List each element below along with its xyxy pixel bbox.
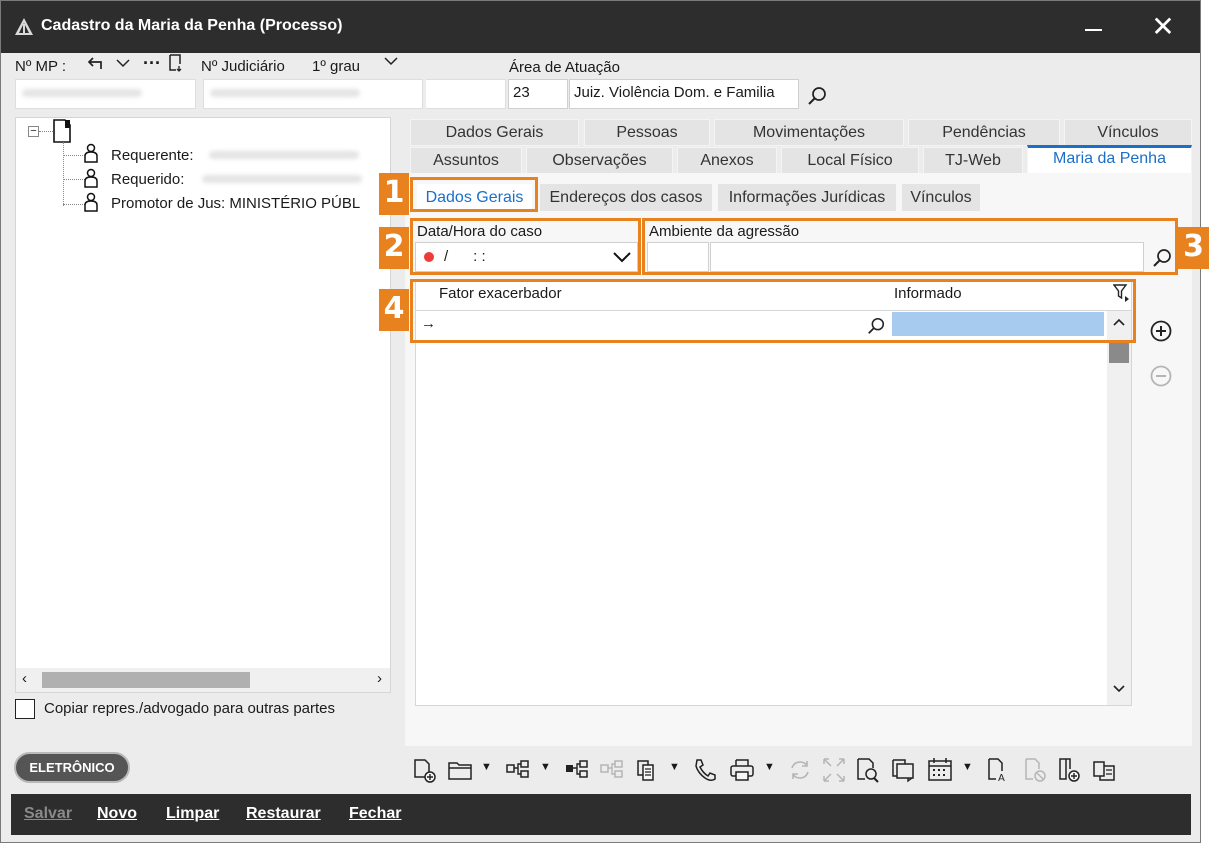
document-arrow-icon[interactable] — [168, 54, 184, 72]
hierarchy-filled-icon[interactable] — [563, 755, 591, 785]
hierarchy-disabled-icon[interactable] — [598, 755, 626, 785]
tree-item-promotor[interactable]: Promotor de Jus: MINISTÉRIO PÚBL — [111, 195, 389, 212]
hierarchy-dropdown-icon[interactable]: ▼ — [540, 761, 551, 773]
mp-label: Nº MP : — [15, 58, 67, 75]
app-logo-icon — [15, 18, 33, 35]
tab-pendencias[interactable]: Pendências — [908, 119, 1060, 146]
tab-dados-gerais[interactable]: Dados Gerais — [410, 119, 579, 146]
calendar-dropdown-icon[interactable]: ▼ — [962, 761, 973, 773]
limpar-button[interactable]: Limpar — [166, 805, 219, 823]
person-icon — [84, 168, 98, 188]
tree-item-requerido[interactable]: Requerido: — [111, 171, 184, 188]
tab-vinculos[interactable]: Vínculos — [1064, 119, 1192, 146]
process-document-icon[interactable] — [53, 119, 71, 143]
annotation-frame-3 — [642, 218, 1178, 275]
document-cancel-disabled-icon[interactable] — [1021, 755, 1049, 785]
tree-item-requerente[interactable]: Requerente: — [111, 147, 194, 164]
tab-observacoes[interactable]: Observações — [526, 147, 673, 174]
area-code-field[interactable]: 23 — [508, 79, 568, 109]
copy-representative-checkbox[interactable] — [15, 699, 35, 719]
annotation-badge-2: 2 — [379, 227, 409, 269]
novo-button[interactable]: Novo — [97, 805, 137, 823]
annotation-badge-4: 4 — [379, 289, 409, 331]
subtab-vinculos[interactable]: Vínculos — [902, 184, 980, 211]
expand-disabled-icon[interactable] — [820, 755, 848, 785]
person-icon — [84, 143, 98, 163]
tree-collapse-icon[interactable]: − — [28, 126, 39, 137]
grid-vertical-scrollbar[interactable] — [1107, 311, 1131, 705]
hierarchy-icon[interactable] — [504, 755, 532, 785]
tree-horizontal-scrollbar[interactable]: ‹ › — [16, 668, 390, 692]
scroll-right-icon[interactable]: › — [377, 670, 382, 687]
chevron-down-icon[interactable] — [115, 57, 131, 69]
grau-dropdown-icon[interactable] — [383, 55, 399, 67]
print-icon[interactable] — [728, 755, 756, 785]
judiciario-number-field[interactable] — [203, 79, 423, 109]
copy-documents-icon[interactable] — [634, 755, 662, 785]
more-icon[interactable]: ··· — [143, 53, 161, 74]
undo-icon[interactable] — [87, 55, 107, 71]
new-document-icon[interactable] — [411, 755, 439, 785]
tab-local-fisico[interactable]: Local Físico — [781, 147, 919, 174]
document-link-icon[interactable] — [1090, 755, 1118, 785]
refresh-disabled-icon[interactable] — [786, 755, 814, 785]
add-row-icon[interactable] — [1149, 319, 1173, 343]
subtab-enderecos-dos-casos[interactable]: Endereços dos casos — [540, 184, 712, 211]
svg-text:A: A — [998, 773, 1005, 784]
calendar-icon[interactable] — [926, 755, 954, 785]
judiciario-extra-field[interactable] — [426, 79, 506, 109]
area-name-field[interactable]: Juiz. Violência Dom. e Familia — [569, 79, 799, 109]
search-document-icon[interactable] — [853, 755, 881, 785]
minimize-button[interactable] — [1079, 5, 1123, 49]
parties-tree: − Requerente: Requerido: Promotor de Jus… — [15, 117, 391, 693]
close-button[interactable]: ✕ — [1141, 7, 1185, 51]
copy-dropdown-icon[interactable]: ▼ — [669, 761, 680, 773]
phone-icon[interactable] — [691, 755, 719, 785]
salvar-button[interactable]: Salvar — [24, 805, 72, 823]
judiciario-label: Nº Judiciário — [201, 58, 285, 75]
tab-tj-web[interactable]: TJ-Web — [923, 147, 1023, 174]
annotation-frame-1 — [410, 177, 538, 212]
person-icon — [84, 192, 98, 212]
area-search-icon[interactable] — [806, 85, 828, 107]
scroll-down-icon[interactable] — [1112, 684, 1126, 694]
area-label: Área de Atuação — [509, 59, 620, 76]
restaurar-button[interactable]: Restaurar — [246, 805, 321, 823]
tab-maria-da-penha[interactable]: Maria da Penha — [1027, 145, 1192, 174]
subtab-informacoes-juridicas[interactable]: Informações Jurídicas — [718, 184, 896, 211]
annotation-badge-3: 3 — [1178, 227, 1209, 269]
tab-movimentacoes[interactable]: Movimentações — [714, 119, 904, 146]
window-title: Cadastro da Maria da Penha (Processo) — [41, 17, 343, 34]
copy-representative-label: Copiar repres./advogado para outras part… — [44, 700, 336, 717]
annotation-badge-1: 1 — [379, 173, 409, 215]
scroll-thumb[interactable] — [42, 672, 250, 688]
mp-number-field[interactable] — [15, 79, 196, 109]
print-dropdown-icon[interactable]: ▼ — [764, 761, 775, 773]
main-window: Cadastro da Maria da Penha (Processo) ✕ … — [0, 0, 1209, 843]
scroll-thumb[interactable] — [1109, 341, 1129, 363]
tab-pessoas[interactable]: Pessoas — [584, 119, 710, 146]
tab-assuntos[interactable]: Assuntos — [410, 147, 522, 174]
title-bar: Cadastro da Maria da Penha (Processo) ✕ — [1, 1, 1200, 53]
grau-label: 1º grau — [312, 58, 361, 75]
add-document-icon[interactable] — [1055, 755, 1083, 785]
folder-dropdown-icon[interactable]: ▼ — [481, 761, 492, 773]
document-attribute-icon[interactable]: A — [984, 755, 1012, 785]
annotation-frame-4 — [410, 279, 1136, 343]
document-stack-icon[interactable] — [889, 755, 917, 785]
remove-row-icon[interactable] — [1149, 364, 1173, 388]
bottom-action-bar: Salvar Novo Limpar Restaurar Fechar — [11, 794, 1191, 835]
eletronico-badge: ELETRÔNICO — [14, 752, 130, 783]
annotation-frame-2 — [410, 218, 641, 275]
fatores-grid: Fator exacerbador Informado → — [415, 279, 1132, 706]
scroll-left-icon[interactable]: ‹ — [22, 670, 27, 687]
fechar-button[interactable]: Fechar — [349, 805, 401, 823]
folder-icon[interactable] — [446, 755, 474, 785]
tab-anexos[interactable]: Anexos — [677, 147, 777, 174]
